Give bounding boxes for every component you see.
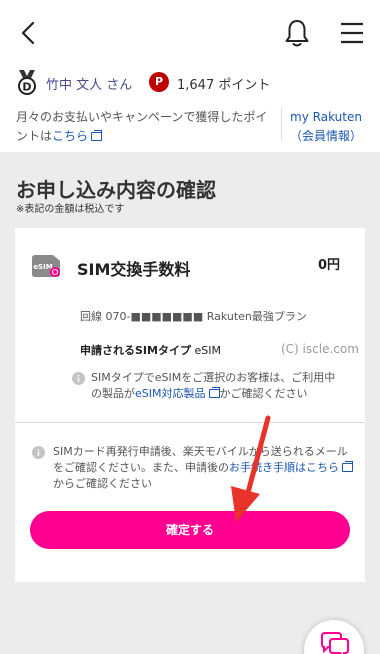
line-number-plan: 回線 070-■■■■■■■ Rakuten最強プラン [80, 310, 307, 323]
watermark: (C) iscle.com [281, 342, 359, 356]
card-divider [15, 422, 365, 423]
info-icon [32, 446, 45, 459]
procedure-steps-link[interactable]: お手続き手順はこちら [229, 461, 353, 474]
external-link-icon [342, 461, 353, 472]
points-notice: 月々のお支払いやキャンペーンで獲得したポイントはこちら [16, 108, 278, 146]
fee-price: 0円 [318, 258, 341, 273]
sim-type-row: 申請されるSIMタイプ eSIM [80, 342, 221, 358]
user-info-section: D 竹中 文人 さん P 1,647 ポイント 月々のお支払いやキャンペーンで獲… [0, 64, 380, 152]
page-title: お申し込み内容の確認 [16, 178, 216, 202]
hamburger-menu-icon[interactable] [339, 20, 365, 46]
external-link-icon [208, 387, 220, 398]
back-arrow-icon[interactable] [14, 18, 44, 48]
sim-type-label: 申請されるSIMタイプ [80, 344, 191, 357]
top-bar [0, 0, 380, 64]
chat-support-button[interactable] [304, 620, 364, 654]
rank-diamond-badge-icon: D [18, 70, 36, 95]
tax-note: ※表記の金額は税込です [16, 204, 125, 215]
points-notice-link[interactable]: こちら [52, 129, 103, 143]
external-link-icon [91, 130, 103, 141]
rank-letter: D [22, 81, 31, 94]
point-badge: P [149, 72, 169, 92]
esim-note-suffix: かご確認ください [219, 387, 308, 400]
user-name-link[interactable]: 竹中 文人 さん [46, 74, 132, 93]
vertical-divider [281, 108, 282, 140]
esim-card-icon: eSIM [32, 255, 60, 277]
my-rakuten-label: my Rakuten [290, 110, 362, 124]
member-info-label: （会員情報） [289, 129, 362, 143]
bell-icon[interactable] [283, 18, 311, 48]
confirm-button[interactable]: 確定する [30, 511, 350, 549]
esim-icon-label: eSIM [33, 263, 52, 271]
chat-bubble-icon [321, 632, 349, 654]
application-summary-card: eSIM SIM交換手数料 0円 回線 070-■■■■■■■ Rakuten最… [15, 228, 365, 582]
fee-title: SIM交換手数料 [77, 260, 191, 279]
sim-type-value: eSIM [194, 344, 221, 357]
info-icon [72, 372, 85, 385]
point-balance[interactable]: 1,647 ポイント [177, 74, 270, 93]
my-rakuten-link[interactable]: my Rakuten （会員情報） [286, 108, 366, 146]
esim-compatibility-note: SIMタイプでeSIMをご選択のお客様は、ご利用中の製品がeSIM対応製品 かご確… [91, 370, 343, 402]
esim-compatible-products-link[interactable]: eSIM対応製品 [135, 387, 220, 400]
reissue-note-suffix: からご確認ください [53, 477, 152, 490]
reissue-note: SIMカード再発行申請後、楽天モバイルから送られるメールをご確認ください。また、… [53, 444, 353, 492]
